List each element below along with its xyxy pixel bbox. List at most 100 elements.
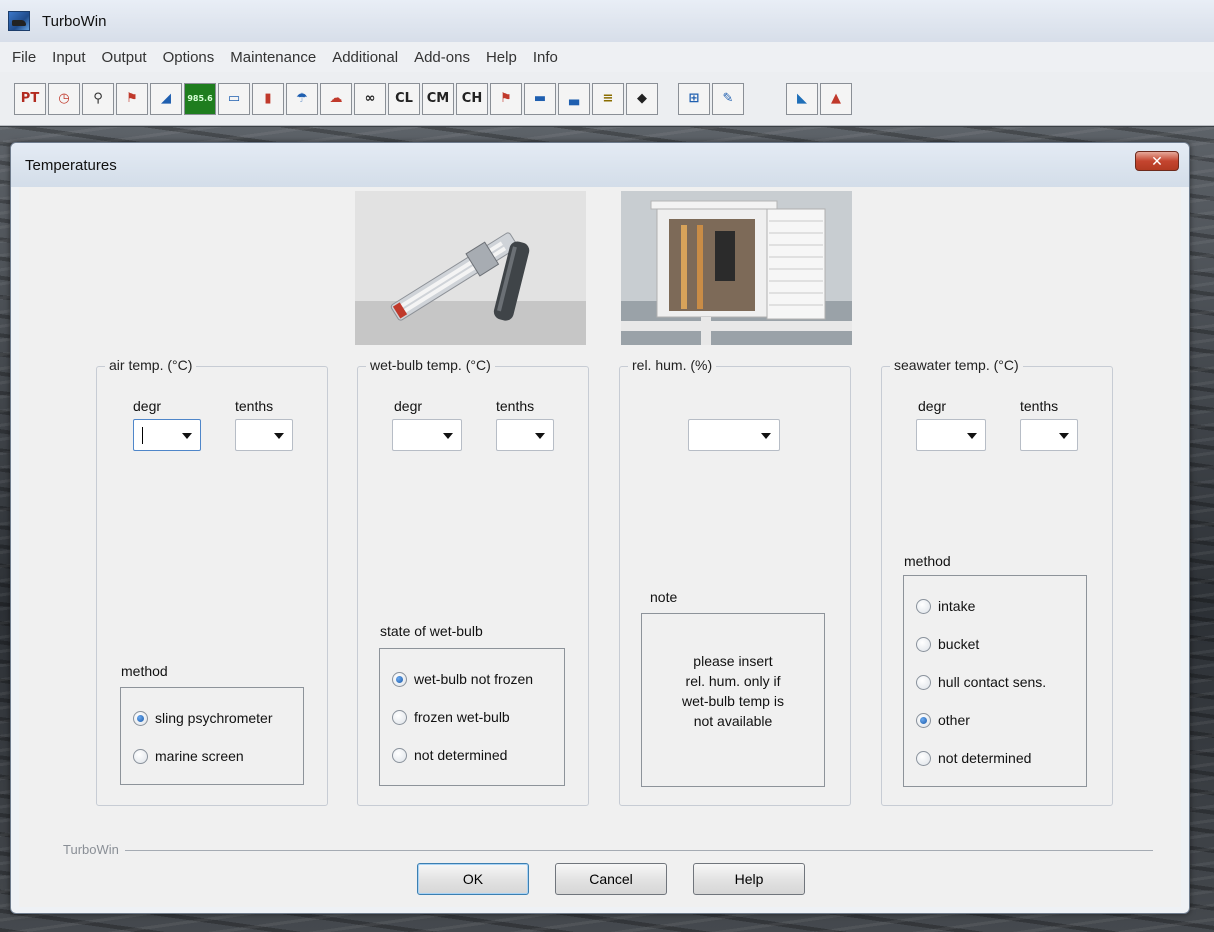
weather-past-icon[interactable]: ☁ bbox=[320, 82, 352, 115]
cancel-button[interactable]: Cancel bbox=[555, 863, 667, 895]
chevron-down-icon bbox=[443, 433, 453, 439]
menu-file[interactable]: File bbox=[4, 49, 44, 66]
wet-bulb-legend: wet-bulb temp. (°C) bbox=[366, 357, 495, 373]
radio-wet-bulb-not-frozen[interactable]: wet-bulb not frozen bbox=[392, 671, 533, 687]
radio-icon bbox=[133, 748, 148, 764]
sea-ice-icon[interactable]: ▃ bbox=[558, 82, 590, 115]
radio-label: wet-bulb not frozen bbox=[414, 671, 534, 687]
radio-intake[interactable]: intake bbox=[916, 598, 975, 614]
wet-state-label: state of wet-bulb bbox=[380, 623, 483, 639]
chevron-down-icon bbox=[761, 433, 771, 439]
radio-label: intake bbox=[938, 598, 976, 614]
close-button[interactable]: ✕ bbox=[1135, 151, 1179, 171]
dolphin-icon[interactable]: ◣ bbox=[786, 82, 818, 115]
air-degr-combo[interactable] bbox=[133, 419, 201, 451]
menu-maintenance[interactable]: Maintenance bbox=[222, 49, 324, 66]
weather-icon[interactable]: ☂ bbox=[286, 82, 318, 115]
radio-icon bbox=[392, 709, 407, 725]
binoculars-icon[interactable]: ∞ bbox=[354, 82, 386, 115]
barograph-icon[interactable]: ▭ bbox=[218, 82, 250, 115]
radio-label: not determined bbox=[414, 747, 508, 763]
ptit-icon[interactable]: PT bbox=[14, 82, 46, 115]
radio-marine-screen[interactable]: marine screen bbox=[133, 748, 244, 764]
cloud-high-icon[interactable]: CH bbox=[456, 82, 488, 115]
chevron-down-icon bbox=[274, 433, 284, 439]
wet-state-box: wet-bulb not frozen frozen wet-bulb not … bbox=[379, 648, 565, 786]
pressure-display-icon[interactable]: 985.6 bbox=[184, 82, 216, 115]
volcano-icon[interactable]: ▲ bbox=[820, 82, 852, 115]
flag-icon[interactable]: ⚑ bbox=[116, 82, 148, 115]
air-method-label: method bbox=[121, 663, 168, 679]
dialog-body: air temp. (°C) degr tenths method sling … bbox=[19, 187, 1181, 907]
radio-icon bbox=[916, 750, 931, 766]
wet-tenths-combo[interactable] bbox=[496, 419, 554, 451]
ship-icon[interactable]: ▬ bbox=[524, 82, 556, 115]
menu-add-ons[interactable]: Add-ons bbox=[406, 49, 478, 66]
menu-options[interactable]: Options bbox=[155, 49, 223, 66]
observer-icon[interactable]: ⊞ bbox=[678, 82, 710, 115]
app-title: TurboWin bbox=[42, 12, 107, 30]
wet-tenths-label: tenths bbox=[496, 398, 535, 414]
seawater-temp-group: seawater temp. (°C) degr tenths method i… bbox=[881, 357, 1113, 806]
sea-method-box: intake bucket hull contact sens. other n… bbox=[903, 575, 1087, 787]
radio-label: sling psychrometer bbox=[155, 710, 273, 726]
footer-divider bbox=[63, 850, 1153, 851]
temperatures-dialog: Temperatures ✕ air temp. (°C) degr tenth… bbox=[10, 142, 1190, 914]
feather-icon[interactable]: ✎ bbox=[712, 82, 744, 115]
radio-icon bbox=[916, 712, 931, 728]
tag-icon[interactable]: ◆ bbox=[626, 82, 658, 115]
radio-frozen-wet-bulb[interactable]: frozen wet-bulb bbox=[392, 709, 510, 725]
menu-help[interactable]: Help bbox=[478, 49, 525, 66]
anemometer-icon[interactable]: ⚑ bbox=[490, 82, 522, 115]
seawater-legend: seawater temp. (°C) bbox=[890, 357, 1023, 373]
radio-hull-contact-sens[interactable]: hull contact sens. bbox=[916, 674, 1046, 690]
radio-label: frozen wet-bulb bbox=[414, 709, 510, 725]
rel-hum-legend: rel. hum. (%) bbox=[628, 357, 717, 373]
wave-icon[interactable]: ◢ bbox=[150, 82, 182, 115]
menu-additional[interactable]: Additional bbox=[324, 49, 406, 66]
cloud-mid-icon[interactable]: CM bbox=[422, 82, 454, 115]
dialog-title: Temperatures bbox=[25, 156, 117, 174]
menubar: File Input Output Options Maintenance Ad… bbox=[0, 42, 1214, 72]
ok-button[interactable]: OK bbox=[417, 863, 529, 895]
radio-icon bbox=[916, 636, 931, 652]
footer-label: TurboWin bbox=[63, 842, 125, 857]
wet-degr-label: degr bbox=[394, 398, 423, 414]
radio-other[interactable]: other bbox=[916, 712, 970, 728]
radio-sling-psychrometer[interactable]: sling psychrometer bbox=[133, 710, 273, 726]
wet-degr-combo[interactable] bbox=[392, 419, 462, 451]
air-tenths-combo[interactable] bbox=[235, 419, 293, 451]
chevron-down-icon bbox=[182, 433, 192, 439]
radio-wet-not-determined[interactable]: not determined bbox=[392, 747, 507, 763]
close-icon: ✕ bbox=[1151, 152, 1163, 169]
note-line-2: rel. hum. only if bbox=[685, 673, 781, 689]
menu-info[interactable]: Info bbox=[525, 49, 566, 66]
sea-tenths-label: tenths bbox=[1020, 398, 1059, 414]
app-titlebar: TurboWin bbox=[0, 0, 1214, 42]
sea-tenths-combo[interactable] bbox=[1020, 419, 1078, 451]
radio-label: marine screen bbox=[155, 748, 244, 764]
air-tenths-label: tenths bbox=[235, 398, 274, 414]
ice-accretion-icon[interactable]: ≡ bbox=[592, 82, 624, 115]
menu-input[interactable]: Input bbox=[44, 49, 93, 66]
note-line-3: wet-bulb temp is bbox=[682, 693, 784, 709]
help-button[interactable]: Help bbox=[693, 863, 805, 895]
menu-output[interactable]: Output bbox=[94, 49, 155, 66]
note-box: please insert rel. hum. only if wet-bulb… bbox=[641, 613, 825, 787]
radio-sea-not-determined[interactable]: not determined bbox=[916, 750, 1031, 766]
rel-hum-combo[interactable] bbox=[688, 419, 780, 451]
compass-icon[interactable]: ⚲ bbox=[82, 82, 114, 115]
clock-icon[interactable]: ◷ bbox=[48, 82, 80, 115]
radio-icon bbox=[916, 674, 931, 690]
note-line-4: not available bbox=[693, 713, 773, 729]
wet-bulb-temp-group: wet-bulb temp. (°C) degr tenths state of… bbox=[357, 357, 589, 806]
chevron-down-icon bbox=[535, 433, 545, 439]
cloud-low-icon[interactable]: CL bbox=[388, 82, 420, 115]
radio-bucket[interactable]: bucket bbox=[916, 636, 979, 652]
note-line-1: please insert bbox=[693, 653, 773, 669]
sea-degr-combo[interactable] bbox=[916, 419, 986, 451]
toolbar: PT ◷ ⚲ ⚑ ◢ 985.6 ▭ ▮ ☂ ☁ ∞ CL CM CH ⚑ ▬ ▃ ≡ ◆ ⊞ ✎ ◣ ▲ bbox=[0, 72, 1214, 126]
chevron-down-icon bbox=[967, 433, 977, 439]
radio-label: other bbox=[938, 712, 970, 728]
thermometer-icon[interactable]: ▮ bbox=[252, 82, 284, 115]
